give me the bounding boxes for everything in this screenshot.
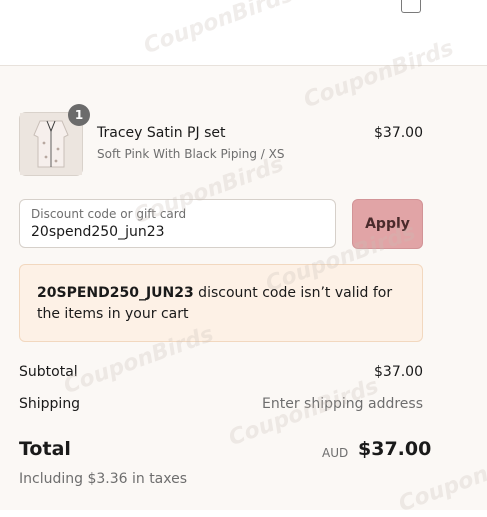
product-name: Tracey Satin PJ set (97, 125, 226, 141)
shopping-bag-icon[interactable] (401, 0, 421, 13)
product-price: $37.00 (374, 125, 423, 141)
shipping-value: Enter shipping address (262, 396, 423, 412)
subtotal-label: Subtotal (19, 364, 78, 380)
subtotal-value: $37.00 (374, 364, 423, 380)
discount-field-label: Discount code or gift card (31, 207, 187, 221)
discount-field-value[interactable]: 20spend250_jun23 (31, 224, 165, 240)
discount-error-message: 20SPEND250_JUN23 discount code isn’t val… (19, 264, 423, 342)
product-variant: Soft Pink With Black Piping / XS (97, 147, 285, 161)
header-bar (0, 0, 487, 66)
total-value: $37.00 (358, 438, 432, 460)
apply-button[interactable]: Apply (352, 199, 423, 249)
error-code: 20SPEND250_JUN23 (37, 285, 194, 301)
currency-code: AUD (322, 446, 349, 460)
total-label: Total (19, 438, 71, 460)
taxes-note: Including $3.36 in taxes (19, 471, 188, 487)
quantity-badge: 1 (68, 104, 90, 126)
shipping-label: Shipping (19, 396, 81, 412)
discount-code-input[interactable]: Discount code or gift card 20spend250_ju… (19, 199, 336, 248)
